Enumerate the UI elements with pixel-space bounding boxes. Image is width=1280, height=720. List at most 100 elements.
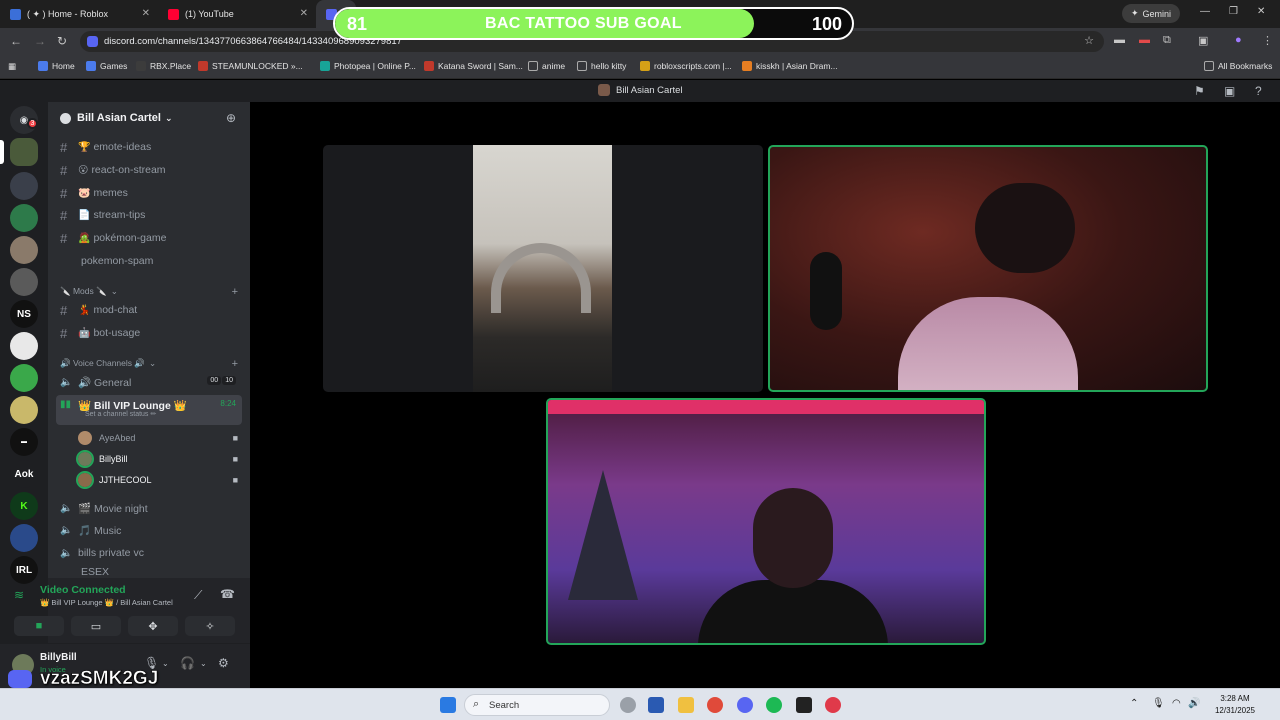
set-channel-status[interactable]: Set a channel status ✏ (85, 410, 156, 418)
voice-user[interactable]: BillyBill ■ (76, 449, 244, 469)
bookmark-folder-hello-kitty[interactable]: hello kitty (577, 61, 626, 71)
voice-channel-music[interactable]: 🔈 🎵 Music (56, 520, 242, 540)
add-member-icon[interactable]: ⊕ (226, 111, 236, 125)
soundboard-button[interactable]: ✧ (185, 616, 235, 636)
voice-user[interactable]: JJTHECOOL ■ (76, 470, 244, 490)
voice-channel-movie-night[interactable]: 🔈 🎬 Movie night (56, 498, 242, 518)
server-icon[interactable] (10, 204, 38, 232)
extension-red-icon[interactable]: ▬ (1139, 34, 1150, 46)
gear-icon[interactable]: ⚙ (218, 656, 229, 670)
restore-icon[interactable]: ❐ (1229, 6, 1238, 17)
server-icon[interactable] (10, 236, 38, 264)
bookmark-star-icon[interactable]: ☆ (1084, 34, 1094, 47)
noise-suppression-icon[interactable]: ⟋ (194, 588, 202, 603)
kebab-menu-icon[interactable]: ⋮ (1262, 34, 1273, 47)
video-tile-billybill[interactable] (768, 145, 1208, 392)
video-tile-ayeabed[interactable] (323, 145, 763, 392)
file-explorer-icon[interactable] (678, 697, 694, 713)
spotify-icon[interactable] (766, 697, 782, 713)
reload-icon[interactable]: ↻ (57, 34, 67, 48)
server-bill-asian-cartel[interactable] (10, 138, 38, 166)
connection-signal-icon[interactable]: ≋ (14, 588, 24, 602)
close-window-icon[interactable]: ✕ (1257, 6, 1265, 17)
mouse-icon[interactable] (620, 697, 636, 713)
all-bookmarks[interactable]: All Bookmarks (1204, 61, 1272, 71)
volume-icon[interactable]: 🔊 (1188, 698, 1200, 709)
forward-icon[interactable]: → (34, 34, 46, 48)
bookmark-home[interactable]: Home (38, 61, 75, 71)
channel-stream-tips[interactable]: # 📄 stream-tips (56, 205, 242, 225)
extensions-puzzle-icon[interactable]: ⧉ (1163, 34, 1171, 47)
screen-share-button[interactable]: ▭ (71, 616, 121, 636)
chevron-down-icon[interactable]: ⌄ (162, 659, 169, 668)
channel-react-on-stream[interactable]: # 😮 react-on-stream (56, 160, 242, 180)
close-icon[interactable]: ✕ (300, 8, 308, 19)
server-icon[interactable] (10, 172, 38, 200)
channel-pokemon-game[interactable]: # 🧟 pokémon-game (56, 228, 242, 248)
server-header[interactable]: Bill Asian Cartel ⌄ (48, 102, 250, 134)
camera-button[interactable]: ■ (14, 616, 64, 636)
voice-status[interactable]: Video Connected (40, 584, 126, 596)
channel-memes[interactable]: # 🐷 memes (56, 183, 242, 203)
bookmark-kisskh[interactable]: kisskh | Asian Dram... (742, 61, 838, 71)
taskbar-search[interactable]: ⌕ Search (464, 694, 610, 716)
server-aok[interactable]: Aok (10, 460, 38, 488)
server-irl[interactable]: IRL (10, 556, 38, 584)
microphone-icon[interactable]: 🎙 (1152, 698, 1165, 709)
close-icon[interactable]: ✕ (142, 8, 150, 19)
server-icon[interactable] (10, 332, 38, 360)
widgets-icon[interactable] (648, 697, 664, 713)
headphones-icon[interactable]: 🎧 (180, 656, 195, 670)
voice-channel-general[interactable]: 🔈 🔊 General 00 10 (56, 372, 242, 392)
server-icon[interactable]: ▬ (10, 428, 38, 456)
bookmark-robloxscripts[interactable]: robloxscripts.com |... (640, 61, 732, 71)
minimize-icon[interactable]: — (1200, 6, 1210, 17)
help-icon[interactable]: ? (1255, 84, 1262, 98)
add-channel-icon[interactable]: + (232, 358, 238, 370)
bookmark-photopea[interactable]: Photopea | Online P... (320, 61, 416, 71)
bookmark-rbxplace[interactable]: RBX.Place (136, 61, 191, 71)
voice-user[interactable]: AyeAbed ■ (78, 428, 244, 448)
side-panel-icon[interactable]: ▣ (1198, 34, 1208, 47)
category-voice-channels[interactable]: 🔊 Voice Channels 🔊 ⌄ + (60, 358, 240, 370)
voice-location[interactable]: 👑 Bill VIP Lounge 👑 / Bill Asian Cartel (40, 598, 173, 607)
server-icon[interactable] (10, 524, 38, 552)
back-icon[interactable]: ← (10, 34, 22, 48)
chevron-up-icon[interactable]: ⌃ (1130, 698, 1138, 709)
bookmark-folder-anime[interactable]: anime (528, 61, 565, 71)
channel-mod-chat[interactable]: # 💃 mod-chat (56, 300, 242, 320)
disconnect-icon[interactable]: ☎ (220, 587, 235, 601)
server-kick-icon[interactable]: K (10, 492, 38, 520)
server-ns[interactable]: NS (10, 300, 38, 328)
flag-icon[interactable]: ⚑ (1194, 84, 1205, 98)
app-icon[interactable] (796, 697, 812, 713)
channel-emote-ideas[interactable]: # 🏆 emote-ideas (56, 137, 242, 157)
server-icon[interactable] (10, 364, 38, 392)
chevron-down-icon[interactable]: ⌄ (200, 659, 207, 668)
video-tile-jjthecool[interactable] (546, 398, 986, 645)
opera-icon[interactable] (825, 697, 841, 713)
category-mods[interactable]: 🔪 Mods 🔪 ⌄ + (60, 286, 240, 298)
bookmark-katana[interactable]: Katana Sword | Sam... (424, 61, 523, 71)
start-icon[interactable] (440, 697, 456, 713)
wifi-icon[interactable]: ◠ (1172, 698, 1181, 709)
gemini-button[interactable]: ✦ Gemini (1122, 4, 1181, 23)
add-channel-icon[interactable]: + (232, 286, 238, 298)
tab-roblox[interactable]: ( ✦ ) Home - Roblox ✕ (0, 0, 158, 28)
tab-youtube[interactable]: (1) YouTube ✕ (158, 0, 316, 28)
server-icon[interactable] (10, 396, 38, 424)
activities-button[interactable]: ✥ (128, 616, 178, 636)
profile-avatar-icon[interactable]: ● (1235, 34, 1242, 46)
voice-channel-esex[interactable]: ESEX (56, 566, 242, 578)
bookmark-steamunlocked[interactable]: STEAMUNLOCKED »... (198, 61, 303, 71)
apps-grid-icon[interactable]: ▦ (8, 61, 16, 72)
site-info-icon[interactable] (87, 36, 98, 47)
server-icon[interactable] (10, 268, 38, 296)
voice-channel-bill-vip-lounge[interactable]: ▮▮ 👑 Bill VIP Lounge 👑 8:24 Set a channe… (56, 395, 242, 425)
extension-icon[interactable]: ▬ (1114, 34, 1125, 46)
voice-channel-bills-private-vc[interactable]: 🔈 bills private vc (56, 543, 242, 563)
discord-icon[interactable] (737, 697, 753, 713)
bookmark-games[interactable]: Games (86, 61, 127, 71)
inbox-icon[interactable]: ▣ (1224, 84, 1235, 98)
channel-pokemon-spam[interactable]: pokemon-spam (56, 251, 242, 271)
